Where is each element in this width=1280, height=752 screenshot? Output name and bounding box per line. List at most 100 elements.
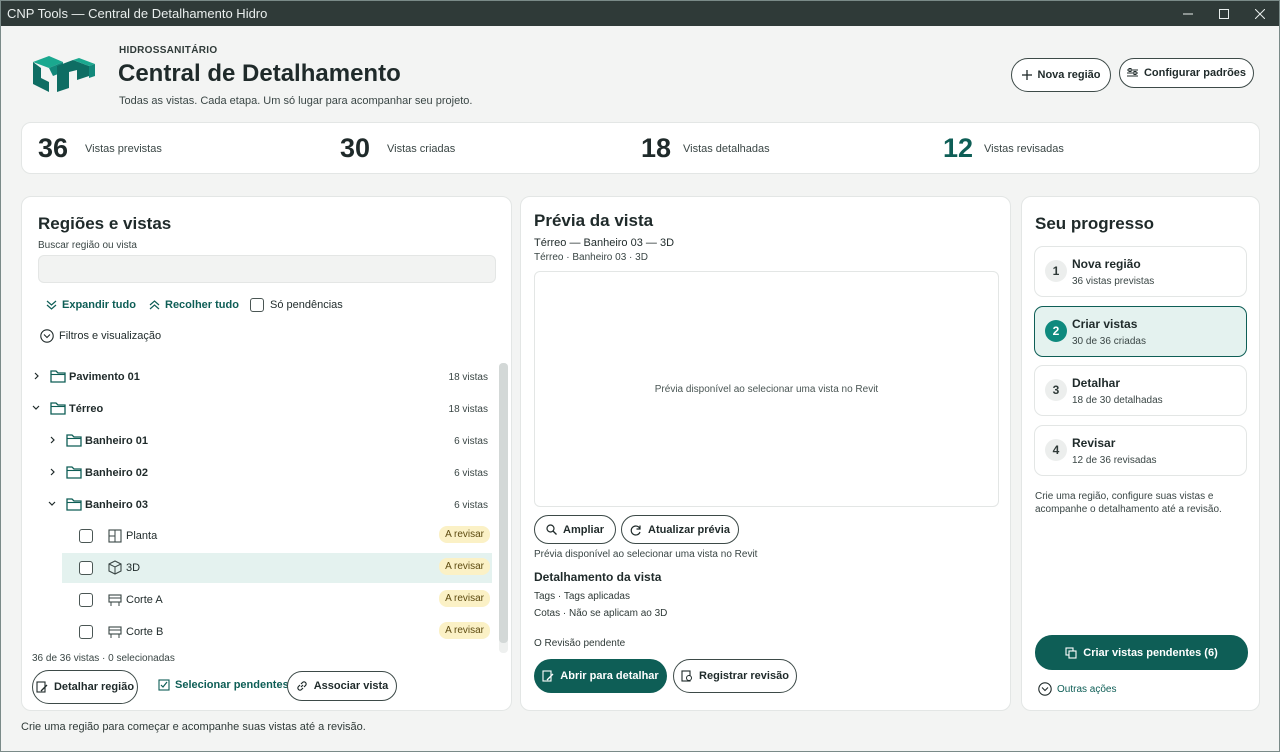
- tree-label: Banheiro 03: [85, 499, 148, 511]
- step-number: 4: [1045, 439, 1067, 461]
- zoom-button[interactable]: Ampliar: [534, 515, 616, 544]
- stats-card: 36 Vistas previstas 30 Vistas criadas 18…: [21, 122, 1260, 174]
- filters-toggle[interactable]: Filtros e visualização: [40, 329, 161, 343]
- step-review[interactable]: 4 Revisar 12 de 36 revisadas: [1034, 425, 1247, 476]
- detail-region-button[interactable]: Detalhar região: [32, 670, 138, 704]
- collapse-all-label: Recolher tudo: [165, 299, 239, 311]
- edit-document-icon: [36, 681, 48, 693]
- create-pending-views-button[interactable]: Criar vistas pendentes (6): [1035, 635, 1248, 670]
- tree-count: 6 vistas: [454, 436, 488, 447]
- associate-view-button[interactable]: Associar vista: [287, 671, 397, 701]
- floor-plan-icon: [108, 529, 122, 543]
- expand-all-button[interactable]: Expandir tudo: [46, 299, 136, 311]
- close-button[interactable]: [1237, 1, 1280, 26]
- chevron-right-icon[interactable]: [48, 435, 58, 445]
- tree-scrollbar-thumb[interactable]: [499, 363, 508, 643]
- preview-title: Prévia da vista: [534, 211, 654, 230]
- tree-count: 18 vistas: [448, 404, 488, 415]
- chevron-down-icon[interactable]: [31, 403, 41, 413]
- app-window: CNP Tools — Central de Detalhamento Hidr…: [0, 0, 1280, 752]
- collapse-all-button[interactable]: Recolher tudo: [149, 299, 239, 311]
- regions-title: Regiões e vistas: [38, 214, 172, 233]
- preview-placeholder: Prévia disponível ao selecionar uma vist…: [654, 383, 879, 395]
- tree-row-pavimento-01[interactable]: Pavimento 01 18 vistas: [26, 362, 492, 392]
- review-status: O Revisão pendente: [534, 638, 626, 649]
- view-label: 3D: [126, 562, 141, 574]
- other-actions-toggle[interactable]: Outras ações: [1038, 682, 1116, 696]
- page-subtitle: Todas as vistas. Cada etapa. Um só lugar…: [119, 95, 473, 107]
- view-checkbox[interactable]: [79, 529, 93, 543]
- tree-row-banheiro-03[interactable]: Banheiro 03 6 vistas: [26, 490, 492, 520]
- preview-view-path: Térreo · Banheiro 03 · 3D: [534, 252, 648, 263]
- status-badge: A revisar: [439, 558, 490, 575]
- view-row-3d[interactable]: 3D A revisar: [62, 553, 492, 583]
- stat-reviewed-value: 12: [943, 133, 974, 163]
- folder-icon: [66, 498, 82, 511]
- view-checkbox[interactable]: [79, 625, 93, 639]
- search-label: Buscar região ou vista: [38, 240, 137, 251]
- tree-row-terreo[interactable]: Térreo 18 vistas: [26, 394, 492, 424]
- pending-only-toggle[interactable]: Só pendências: [250, 298, 343, 312]
- stat-detailed-label: Vistas detalhadas: [683, 143, 770, 155]
- view-row-corte-a[interactable]: Corte A A revisar: [62, 585, 492, 615]
- preview-hint: Prévia disponível ao selecionar uma vist…: [534, 549, 758, 560]
- status-footer: Crie uma região para começar e acompanhe…: [21, 721, 366, 733]
- view-checkbox[interactable]: [79, 561, 93, 575]
- view-row-planta[interactable]: Planta A revisar: [62, 521, 492, 551]
- cnp-logo-icon: [33, 56, 95, 92]
- link-icon: [297, 681, 307, 691]
- tree-label: Pavimento 01: [69, 371, 140, 383]
- tree-label: Banheiro 02: [85, 467, 148, 479]
- progress-title: Seu progresso: [1035, 214, 1155, 233]
- maximize-icon: [1219, 8, 1229, 19]
- register-review-button[interactable]: Registrar revisão: [673, 659, 797, 693]
- view-label: Planta: [126, 530, 158, 542]
- tree-row-banheiro-01[interactable]: Banheiro 01 6 vistas: [26, 426, 492, 456]
- create-pending-views-label: Criar vistas pendentes (6): [1083, 646, 1218, 659]
- page-title: Central de Detalhamento: [118, 60, 401, 87]
- tags-status: Tags · Tags aplicadas: [534, 591, 630, 602]
- step-number: 1: [1045, 260, 1067, 282]
- zoom-label: Ampliar: [563, 523, 604, 536]
- chevron-right-icon[interactable]: [48, 467, 58, 477]
- view-checkbox[interactable]: [79, 593, 93, 607]
- step-subtitle: 12 de 36 revisadas: [1072, 455, 1157, 466]
- folder-icon: [50, 402, 66, 415]
- chevron-right-icon[interactable]: [32, 371, 42, 381]
- configure-defaults-label: Configurar padrões: [1143, 67, 1247, 79]
- stat-detailed-value: 18: [641, 133, 672, 163]
- refresh-icon: [630, 524, 641, 536]
- step-title: Detalhar: [1072, 376, 1121, 390]
- selection-summary: 36 de 36 vistas · 0 selecionadas: [32, 653, 175, 664]
- preview-view-name: Térreo — Banheiro 03 — 3D: [534, 237, 675, 249]
- step-title: Revisar: [1072, 436, 1116, 450]
- view-row-corte-b[interactable]: Corte B A revisar: [62, 617, 492, 647]
- preview-panel: Prévia da vista Térreo — Banheiro 03 — 3…: [520, 196, 1011, 711]
- chevron-down-circle-icon: [1038, 682, 1052, 696]
- settings-sliders-icon: [1126, 68, 1138, 77]
- tree-count: 6 vistas: [454, 500, 488, 511]
- select-pending-button[interactable]: Selecionar pendentes: [158, 679, 289, 691]
- open-detail-label: Abrir para detalhar: [560, 670, 659, 682]
- step-create-views[interactable]: 2 Criar vistas 30 de 36 criadas: [1034, 306, 1247, 357]
- new-region-button[interactable]: Nova região: [1011, 58, 1111, 92]
- refresh-preview-button[interactable]: Atualizar prévia: [621, 515, 739, 544]
- folder-icon: [66, 466, 82, 479]
- configure-defaults-button[interactable]: Configurar padrões: [1119, 58, 1254, 88]
- tree-row-banheiro-02[interactable]: Banheiro 02 6 vistas: [26, 458, 492, 488]
- chevron-down-icon[interactable]: [47, 499, 57, 509]
- step-detail[interactable]: 3 Detalhar 18 de 30 detalhadas: [1034, 365, 1247, 416]
- status-badge: A revisar: [439, 622, 490, 639]
- associate-view-label: Associar vista: [313, 680, 389, 692]
- window-title: CNP Tools — Central de Detalhamento Hidr…: [7, 6, 268, 21]
- preview-canvas[interactable]: Prévia disponível ao selecionar uma vist…: [534, 271, 999, 507]
- open-detail-button[interactable]: Abrir para detalhar: [534, 659, 667, 693]
- step-new-region[interactable]: 1 Nova região 36 vistas previstas: [1034, 246, 1247, 297]
- step-subtitle: 30 de 36 criadas: [1072, 336, 1146, 347]
- pending-only-checkbox[interactable]: [250, 298, 264, 312]
- detail-section-title: Detalhamento da vista: [534, 570, 662, 584]
- new-region-label: Nova região: [1037, 69, 1101, 81]
- search-input[interactable]: [38, 255, 496, 283]
- progress-help: Crie uma região, configure suas vistas e…: [1035, 491, 1222, 515]
- tree-scrollbar[interactable]: [499, 363, 508, 653]
